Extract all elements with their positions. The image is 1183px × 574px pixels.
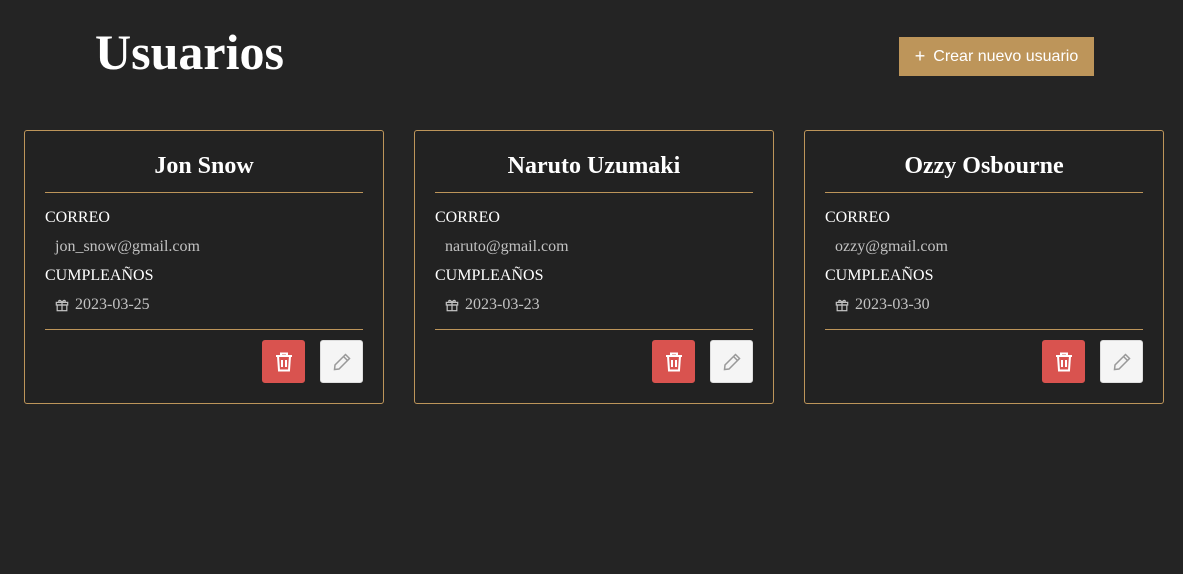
trash-icon xyxy=(1055,352,1072,371)
user-email: ozzy@gmail.com xyxy=(835,238,948,255)
create-user-button[interactable]: + Crear nuevo usuario xyxy=(899,37,1094,76)
user-card: Naruto Uzumaki CORREO naruto@gmail.com C… xyxy=(414,130,774,404)
pencil-icon xyxy=(1113,352,1131,370)
pencil-icon xyxy=(723,352,741,370)
delete-user-button[interactable] xyxy=(1042,340,1085,383)
user-birthday: 2023-03-25 xyxy=(55,295,150,315)
trash-icon xyxy=(275,352,292,371)
user-card: Jon Snow CORREO jon_snow@gmail.com CUMPL… xyxy=(24,130,384,404)
user-name: Jon Snow xyxy=(154,153,254,179)
card-divider xyxy=(45,192,363,193)
delete-user-button[interactable] xyxy=(652,340,695,383)
user-birthday-value: 2023-03-25 xyxy=(75,296,150,313)
plus-icon: + xyxy=(914,45,926,66)
user-birthday: 2023-03-23 xyxy=(445,295,540,315)
user-birthday: 2023-03-30 xyxy=(835,295,930,315)
user-email: jon_snow@gmail.com xyxy=(55,238,200,255)
page-title: Usuarios xyxy=(95,24,284,80)
gift-icon xyxy=(445,299,459,312)
user-birthday-value: 2023-03-23 xyxy=(465,296,540,313)
edit-user-button[interactable] xyxy=(1100,340,1143,383)
user-name: Naruto Uzumaki xyxy=(507,153,681,179)
pencil-icon xyxy=(333,352,351,370)
card-divider xyxy=(435,329,753,330)
user-birthday-value: 2023-03-30 xyxy=(855,296,930,313)
birthday-label: CUMPLEAÑOS xyxy=(825,267,934,284)
user-name: Ozzy Osbourne xyxy=(904,153,1064,179)
user-card: Ozzy Osbourne CORREO ozzy@gmail.com CUMP… xyxy=(804,130,1164,404)
create-user-button-label: Crear nuevo usuario xyxy=(933,47,1079,65)
edit-user-button[interactable] xyxy=(320,340,363,383)
birthday-label: CUMPLEAÑOS xyxy=(435,267,544,284)
user-email: naruto@gmail.com xyxy=(445,238,569,255)
birthday-label: CUMPLEAÑOS xyxy=(45,267,154,284)
email-label: CORREO xyxy=(825,209,890,226)
email-label: CORREO xyxy=(45,209,110,226)
gift-icon xyxy=(55,299,69,312)
card-divider xyxy=(825,329,1143,330)
card-divider xyxy=(45,329,363,330)
gift-icon xyxy=(835,299,849,312)
delete-user-button[interactable] xyxy=(262,340,305,383)
card-divider xyxy=(825,192,1143,193)
trash-icon xyxy=(665,352,682,371)
edit-user-button[interactable] xyxy=(710,340,753,383)
email-label: CORREO xyxy=(435,209,500,226)
card-divider xyxy=(435,192,753,193)
